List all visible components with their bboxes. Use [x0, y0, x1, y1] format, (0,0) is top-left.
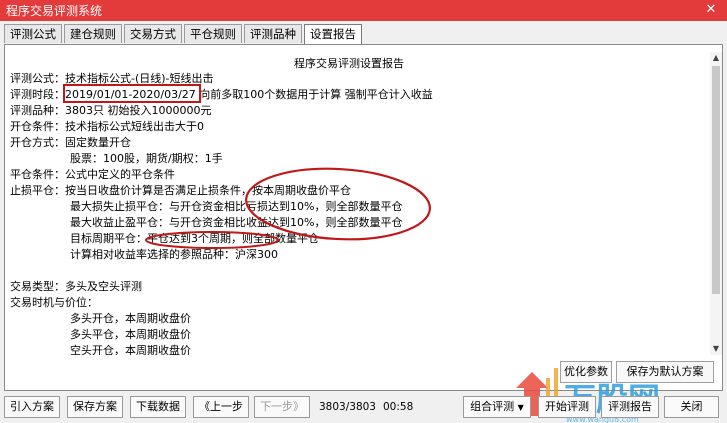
combo-test-label: 组合评测	[470, 400, 515, 413]
tab-instruments[interactable]: 评测品种	[244, 24, 302, 43]
report-line: 开仓方式：固定数量开仓	[10, 136, 131, 149]
start-test-button[interactable]: 开始评测	[538, 396, 596, 418]
report-line: 最大收益止盈平仓：与开仓资金相比收益达到10%，则全部数量平仓	[70, 216, 403, 229]
close-icon[interactable]: ✕	[703, 3, 719, 17]
report-scrollbar[interactable]: ▲ ▼	[710, 52, 722, 355]
scroll-down-icon[interactable]: ▼	[710, 343, 722, 355]
tab-bar: 评测公式 建仓规则 交易方式 平仓规则 评测品种 设置报告	[4, 24, 364, 45]
dropdown-arrow-icon[interactable]: ▼	[518, 403, 524, 412]
report-line: 股票：100股，期货/期权：1手	[70, 152, 223, 165]
tab-close-rules[interactable]: 平仓规则	[184, 24, 242, 43]
report-line: 多头平仓，本周期收盘价	[70, 328, 191, 341]
report-line: 平仓条件：公式中定义的平仓条件	[10, 168, 175, 181]
test-report-button[interactable]: 评测报告	[601, 396, 659, 418]
report-line: 开仓条件：技术指标公式短线出击大于0	[10, 120, 204, 133]
tab-trade-mode[interactable]: 交易方式	[124, 24, 182, 43]
report-line: 多头开仓，本周期收盘价	[70, 312, 191, 325]
report-line: 止损平仓：按当日收盘价计算是否满足止损条件，按本周期收盘价平仓	[10, 184, 351, 197]
close-button[interactable]: 关闭	[664, 396, 719, 418]
report-textarea[interactable]: 程序交易评测设置报告 评测公式：技术指标公式-(日线)-短线出击 评测时段：20…	[8, 52, 710, 355]
report-line: 目标周期平仓：平仓达到3个周期，则全部数量平仓	[70, 232, 319, 245]
bottom-toolbar: 引入方案 保存方案 下载数据 《上一步 下一步》 3803/3803 00:58…	[0, 395, 727, 423]
next-step-button[interactable]: 下一步》	[254, 396, 310, 418]
window-title: 程序交易评测系统	[6, 4, 103, 18]
tab-open-rules[interactable]: 建仓规则	[64, 24, 122, 43]
combo-test-button[interactable]: 组合评测 ▼	[463, 396, 531, 418]
prev-step-button[interactable]: 《上一步	[193, 396, 249, 418]
report-line: 最大损失止损平仓：与开仓资金相比亏损达到10%，则全部数量平仓	[70, 200, 403, 213]
report-line: 空头开仓，本周期收盘价	[70, 344, 191, 355]
scroll-thumb[interactable]	[712, 66, 720, 294]
report-line: 交易时机与价位：	[10, 296, 98, 309]
report-line: 评测时段：2019/01/01-2020/03/27 向前多取100个数据用于计…	[10, 88, 433, 101]
scroll-up-icon[interactable]: ▲	[710, 52, 722, 64]
report-line: 计算相对收益率选择的参照品种：沪深300	[70, 248, 278, 261]
tab-formula[interactable]: 评测公式	[4, 24, 62, 43]
report-line: 评测公式：技术指标公式-(日线)-短线出击	[10, 72, 214, 85]
progress-count: 3803/3803	[319, 401, 376, 413]
report-heading: 程序交易评测设置报告	[294, 57, 404, 70]
download-data-button[interactable]: 下载数据	[130, 396, 186, 418]
elapsed-time: 00:58	[383, 401, 414, 413]
title-bar: 程序交易评测系统 ✕	[0, 0, 727, 21]
import-scheme-button[interactable]: 引入方案	[4, 396, 60, 418]
save-scheme-button[interactable]: 保存方案	[67, 396, 123, 418]
report-line: 交易类型：多头及空头评测	[10, 280, 142, 293]
tab-settings-report[interactable]: 设置报告	[304, 24, 362, 45]
report-line: 评测品种：3803只 初始投入1000000元	[10, 104, 212, 117]
